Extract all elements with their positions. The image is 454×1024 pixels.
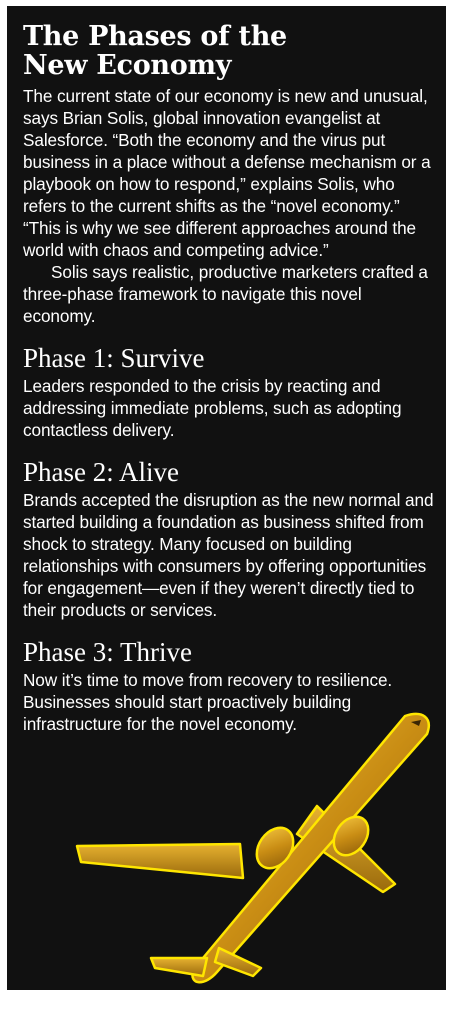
- phase-2-body: Brands accepted the disruption as the ne…: [23, 490, 434, 620]
- phase-1-body: Leaders responded to the crisis by react…: [23, 376, 402, 440]
- article-panel: The Phases of the New Economy The curren…: [7, 6, 446, 990]
- title-line-2: New Economy: [23, 50, 232, 81]
- framework-paragraph: Solis says realistic, productive markete…: [23, 262, 428, 326]
- phase-1-heading: Phase 1: Survive: [23, 343, 205, 373]
- phase-3-heading: Phase 3: Thrive: [23, 637, 192, 667]
- tail-right: [213, 946, 263, 978]
- article-title: The Phases of the New Economy: [23, 22, 438, 80]
- title-line-1: The Phases of the: [23, 21, 287, 52]
- article-content: The Phases of the New Economy The curren…: [23, 22, 438, 735]
- left-wing: [75, 842, 245, 880]
- intro-paragraph: The current state of our economy is new …: [23, 86, 431, 260]
- tail-left: [149, 956, 209, 978]
- airplane-icon: [75, 712, 430, 984]
- phase-2-heading: Phase 2: Alive: [23, 457, 179, 487]
